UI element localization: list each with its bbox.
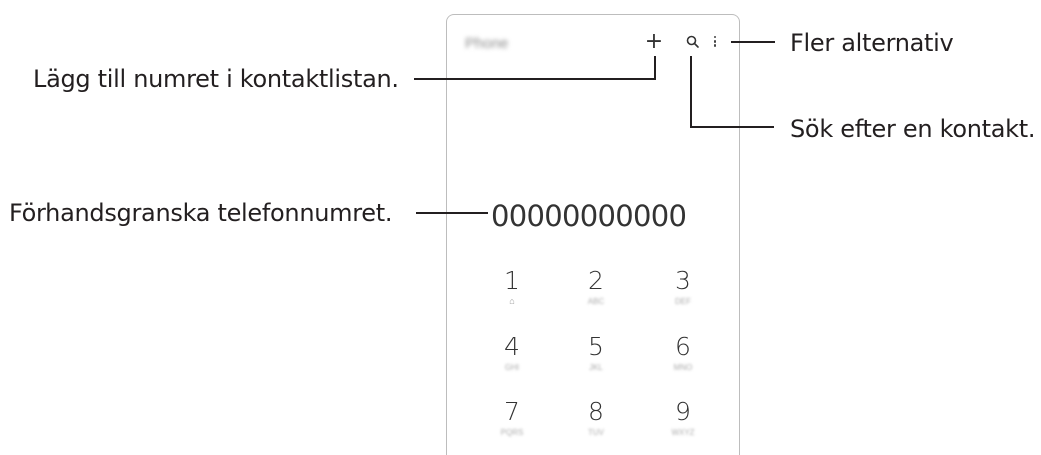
- key-letters: WXYZ: [671, 428, 695, 437]
- key-digit: 3: [675, 266, 691, 295]
- callout-more-options: Fler alternativ: [790, 29, 954, 57]
- callout-line-search-h: [690, 126, 774, 128]
- callout-preview-number: Förhandsgranska telefonnumret.: [9, 199, 393, 227]
- more-vertical-icon: [711, 35, 719, 47]
- key-3[interactable]: 3 DEF: [663, 266, 703, 307]
- phone-number-preview: 00000000000: [491, 199, 687, 233]
- key-7[interactable]: 7 PQRS: [492, 397, 532, 438]
- key-9[interactable]: 9 WXYZ: [663, 397, 703, 438]
- key-digit: 5: [588, 332, 604, 361]
- add-contact-button[interactable]: +: [643, 31, 665, 53]
- key-digit: 9: [675, 397, 691, 426]
- key-digit: 7: [504, 397, 520, 426]
- callout-line-preview-number: [416, 212, 488, 214]
- callout-line-search-v: [690, 56, 692, 128]
- key-letters: GHI: [504, 363, 520, 372]
- key-letters: MNO: [673, 363, 693, 372]
- callout-line-add-contact-v: [654, 56, 656, 80]
- key-8[interactable]: 8 TUV: [576, 397, 616, 438]
- key-2[interactable]: 2 ABC: [576, 266, 616, 307]
- callout-add-contact: Lägg till numret i kontaktlistan.: [33, 65, 399, 93]
- search-icon: [686, 35, 699, 48]
- key-1[interactable]: 1 ⌂: [492, 267, 532, 306]
- key-letters: ABC: [587, 297, 605, 306]
- key-4[interactable]: 4 GHI: [492, 332, 532, 373]
- key-digit: 6: [675, 332, 691, 361]
- more-options-button[interactable]: [711, 34, 719, 50]
- callout-line-add-contact-h: [414, 78, 655, 80]
- callout-search-contact: Sök efter en kontakt.: [790, 115, 1036, 143]
- search-button[interactable]: [685, 34, 701, 50]
- voicemail-icon: ⌂: [509, 296, 515, 306]
- key-5[interactable]: 5 JKL: [576, 332, 616, 373]
- app-title: Phone: [465, 35, 509, 52]
- key-letters: DEF: [675, 297, 691, 306]
- key-letters: JKL: [589, 363, 603, 372]
- key-digit: 4: [504, 332, 520, 361]
- plus-icon: +: [644, 29, 664, 54]
- key-letters: PQRS: [500, 428, 524, 437]
- key-6[interactable]: 6 MNO: [663, 332, 703, 373]
- phone-screen: Phone + 00000000000 1 ⌂ 2 ABC 3 DEF 4 GH…: [446, 14, 740, 455]
- key-letters: TUV: [588, 428, 604, 437]
- key-digit: 1: [504, 266, 520, 295]
- key-digit: 2: [588, 266, 604, 295]
- key-digit: 8: [588, 397, 604, 426]
- callout-line-more-options: [731, 41, 775, 43]
